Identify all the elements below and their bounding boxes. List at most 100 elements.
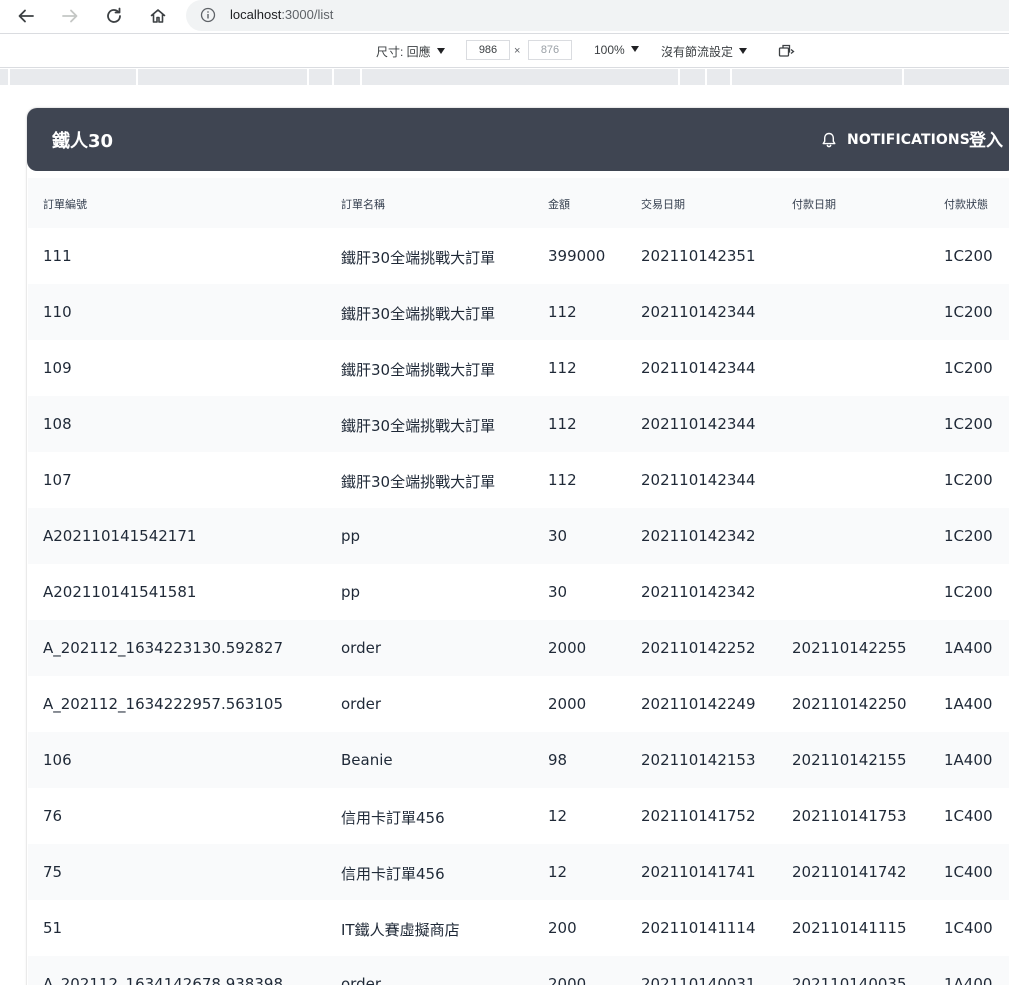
ruler-tick [678, 69, 680, 85]
home-icon[interactable] [144, 2, 172, 30]
amount-cell: 12 [548, 863, 568, 881]
order-name-cell: pp [341, 527, 361, 545]
order-id-cell: 107 [43, 471, 72, 489]
column-header-amount: 金額 [548, 198, 570, 211]
column-header-payment-status: 付款狀態 [944, 198, 988, 211]
order-id-cell: 110 [43, 303, 72, 321]
ruler-tick [8, 69, 10, 85]
table-row[interactable]: 75 信用卡訂單456 12 202110141741 202110141742 1C40… [28, 844, 1009, 900]
table-row[interactable]: 109 鐵肝30全端挑戰大訂單 112 202110142344 1C200 [28, 340, 1009, 396]
address-bar[interactable]: localhost:3000/list [186, 0, 1009, 31]
site-info-icon[interactable] [200, 7, 216, 27]
order-name-cell: 鐵肝30全端挑戰大訂單 [341, 361, 496, 379]
table-row[interactable]: A_202112_1634223130.592827 order 2000 20211… [28, 620, 1009, 676]
order-id-cell: 51 [43, 919, 63, 937]
table-row[interactable]: 107 鐵肝30全端挑戰大訂單 112 202110142344 1C200 [28, 452, 1009, 508]
trade-date-cell: 202110141752 [641, 807, 756, 825]
payment-status-cell: 1A400 [944, 639, 993, 657]
order-name-cell: order [341, 975, 381, 985]
trade-date-cell: 202110141114 [641, 919, 756, 937]
payment-status-cell: 1C200 [944, 303, 993, 321]
table-header: 訂單編號 訂單名稱 金額 交易日期 付款日期 付款狀態 [28, 178, 1009, 228]
payment-date-cell: 202110142155 [792, 751, 907, 769]
column-header-payment-date: 付款日期 [792, 198, 836, 211]
browser-toolbar: localhost:3000/list [0, 0, 1009, 33]
payment-status-cell: 1A400 [944, 695, 993, 713]
ruler-tick [902, 69, 904, 85]
table-row[interactable]: 76 信用卡訂單456 12 202110141752 202110141753 1C40… [28, 788, 1009, 844]
table-row[interactable]: 106 Beanie 98 202110142153 202110142155 1A400 [28, 732, 1009, 788]
order-name-cell: 鐵肝30全端挑戰大訂單 [341, 417, 496, 435]
payment-date-cell: 202110142250 [792, 695, 907, 713]
notifications-button[interactable]: NOTIFICATIONS [820, 131, 970, 149]
order-name-cell: 鐵肝30全端挑戰大訂單 [341, 473, 496, 491]
throttle-dropdown[interactable]: 沒有節流設定 [661, 43, 748, 60]
payment-status-cell: 1C200 [944, 247, 993, 265]
payment-date-cell: 202110141753 [792, 807, 907, 825]
table-row[interactable]: 110 鐵肝30全端挑戰大訂單 112 202110142344 1C200 [28, 284, 1009, 340]
order-name-cell: 鐵肝30全端挑戰大訂單 [341, 249, 496, 267]
bell-icon [822, 132, 836, 148]
trade-date-cell: 202110142344 [641, 471, 756, 489]
reload-icon[interactable] [100, 2, 128, 30]
rotate-icon[interactable] [778, 43, 796, 62]
zoom-label: 100% [594, 43, 625, 57]
table-row[interactable]: A202110141542171 pp 30 202110142342 1C200 [28, 508, 1009, 564]
payment-date-cell: 202110142255 [792, 639, 907, 657]
table-row[interactable]: A_202112_1634142678.938398 order 2000 20211… [28, 956, 1009, 985]
amount-cell: 12 [548, 807, 568, 825]
table-row[interactable]: 111 鐵肝30全端挑戰大訂單 399000 202110142351 1C200 [28, 228, 1009, 284]
dimensions-dropdown[interactable]: 尺寸: 回應 [376, 43, 445, 60]
payment-date-cell: 202110141742 [792, 863, 907, 881]
amount-cell: 112 [548, 359, 577, 377]
caret-down-icon [739, 48, 748, 54]
payment-status-cell: 1C200 [944, 471, 993, 489]
table-body: 111 鐵肝30全端挑戰大訂單 399000 202110142351 1C200 110… [28, 228, 1009, 985]
media-query-ruler[interactable] [0, 69, 1009, 85]
payment-date-cell: 202110140035 [792, 975, 907, 985]
payment-status-cell: 1C200 [944, 527, 993, 545]
throttle-label: 沒有節流設定 [661, 45, 734, 59]
toolbar-divider [0, 67, 1009, 68]
amount-cell: 112 [548, 415, 577, 433]
trade-date-cell: 202110142342 [641, 527, 756, 545]
payment-status-cell: 1A400 [944, 975, 993, 985]
order-id-cell: 75 [43, 863, 63, 881]
table-row[interactable]: 51 IT鐵人賽虛擬商店 200 202110141114 202110141115 1C… [28, 900, 1009, 956]
payment-date-cell: 202110141115 [792, 919, 907, 937]
trade-date-cell: 202110142153 [641, 751, 756, 769]
ruler-tick [332, 69, 334, 85]
caret-down-icon [630, 46, 639, 52]
table-row[interactable]: 108 鐵肝30全端挑戰大訂單 112 202110142344 1C200 [28, 396, 1009, 452]
trade-date-cell: 202110142252 [641, 639, 756, 657]
app-header: 鐵人30 NOTIFICATIONS 登入 [27, 108, 1009, 171]
order-name-cell: order [341, 639, 381, 657]
trade-date-cell: 202110140031 [641, 975, 756, 985]
height-input[interactable]: 876 [528, 40, 572, 60]
zoom-dropdown[interactable]: 100% [594, 43, 639, 57]
notifications-label: NOTIFICATIONS [847, 132, 970, 148]
trade-date-cell: 202110142249 [641, 695, 756, 713]
trade-date-cell: 202110142344 [641, 303, 756, 321]
column-header-order-id: 訂單編號 [43, 198, 87, 211]
url-host: localhost [230, 7, 282, 22]
order-id-cell: 106 [43, 751, 72, 769]
table-row[interactable]: A202110141541581 pp 30 202110142342 1C200 [28, 564, 1009, 620]
forward-arrow-icon[interactable] [56, 2, 84, 30]
width-input[interactable]: 986 [466, 40, 510, 60]
order-id-cell: 76 [43, 807, 63, 825]
trade-date-cell: 202110142351 [641, 247, 756, 265]
order-name-cell: pp [341, 583, 361, 601]
back-arrow-icon[interactable] [12, 2, 40, 30]
order-id-cell: A_202112_1634223130.592827 [43, 639, 283, 657]
dimensions-label: 尺寸: 回應 [376, 45, 431, 59]
table-row[interactable]: A_202112_1634222957.563105 order 2000 20211… [28, 676, 1009, 732]
order-id-cell: A202110141541581 [43, 583, 197, 601]
payment-status-cell: 1C400 [944, 919, 993, 937]
login-button[interactable]: 登入 [969, 126, 1003, 151]
brand-title[interactable]: 鐵人30 [52, 127, 113, 153]
url-text: localhost:3000/list [230, 7, 333, 22]
amount-cell: 30 [548, 527, 568, 545]
payment-status-cell: 1C200 [944, 583, 993, 601]
device-toolbar: 尺寸: 回應 986 × 876 100% 沒有節流設定 [0, 34, 1009, 67]
